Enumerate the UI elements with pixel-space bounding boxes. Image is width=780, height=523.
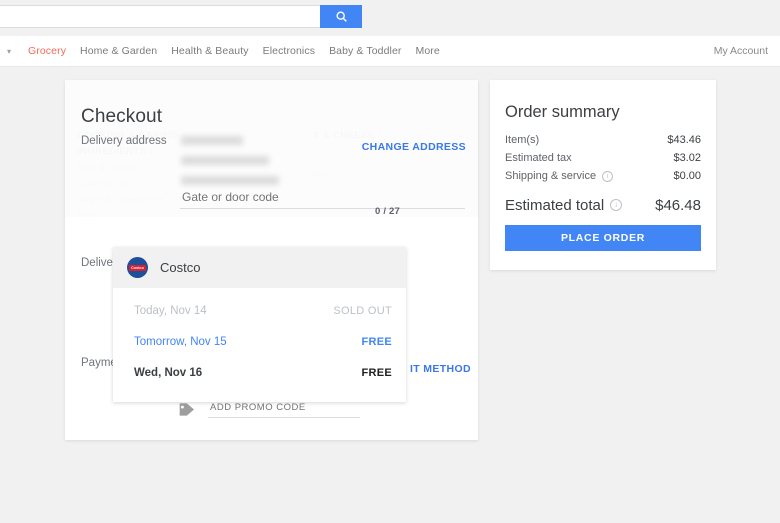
- store-name: Costco: [160, 260, 200, 275]
- nav-item-health-beauty[interactable]: Health & Beauty: [171, 45, 248, 57]
- delivery-option-date: Today, Nov 14: [134, 305, 333, 317]
- summary-row-items: Item(s) $43.46: [505, 131, 701, 149]
- summary-row-label: Estimated tax: [505, 152, 572, 164]
- delivery-window-dropdown: Costco Costco Today, Nov 14 SOLD OUT Tom…: [113, 247, 406, 402]
- summary-row-shipping: Shipping & service i $0.00: [505, 167, 701, 185]
- top-search-bar: [0, 0, 780, 36]
- nav-item-grocery[interactable]: Grocery: [28, 45, 66, 57]
- change-address-link[interactable]: CHANGE ADDRESS: [362, 141, 466, 153]
- edit-payment-method-link[interactable]: IT METHOD: [410, 363, 471, 375]
- page-body: COOKING & BAKING INGREDIENTS › Nuts & Se…: [0, 67, 780, 523]
- nav-item-more[interactable]: More: [415, 45, 439, 57]
- summary-row-label: Shipping & service: [505, 170, 596, 182]
- estimated-total-label: Estimated total: [505, 197, 604, 214]
- search-button[interactable]: [320, 5, 362, 28]
- delivery-option-date: Wed, Nov 16: [134, 367, 361, 379]
- costco-logo-icon: Costco: [127, 257, 148, 278]
- gate-code-char-counter: 0 / 27: [375, 206, 400, 217]
- summary-row-total: Estimated total i $46.48: [505, 196, 701, 214]
- delivery-window-store-header[interactable]: Costco Costco: [113, 247, 406, 288]
- category-nav-bar: ▾ Grocery Home & Garden Health & Beauty …: [0, 36, 780, 67]
- order-summary-card: Order summary Item(s) $43.46 Estimated t…: [490, 80, 716, 270]
- search-icon: [335, 10, 348, 23]
- info-icon[interactable]: i: [602, 171, 613, 182]
- nav-item-home-garden[interactable]: Home & Garden: [80, 45, 157, 57]
- summary-row-value: $0.00: [673, 170, 701, 182]
- delivery-option-today: Today, Nov 14 SOLD OUT: [113, 295, 406, 326]
- delivery-option-date: Tomorrow, Nov 15: [134, 336, 361, 348]
- order-summary-title: Order summary: [505, 103, 620, 122]
- my-account-link[interactable]: My Account: [714, 45, 768, 57]
- delivery-option-tomorrow[interactable]: Tomorrow, Nov 15 FREE: [113, 326, 406, 357]
- chevron-down-icon[interactable]: ▾: [4, 47, 14, 56]
- summary-row-label: Item(s): [505, 134, 539, 146]
- search-input[interactable]: [0, 5, 320, 28]
- delivery-window-options: Today, Nov 14 SOLD OUT Tomorrow, Nov 15 …: [113, 288, 406, 402]
- summary-row-value: $43.46: [667, 134, 701, 146]
- place-order-button[interactable]: PLACE ORDER: [505, 225, 701, 251]
- delivery-option-price: FREE: [361, 336, 392, 348]
- estimated-total-value: $46.48: [655, 197, 701, 214]
- info-icon[interactable]: i: [610, 199, 622, 211]
- gate-code-field: [180, 188, 465, 209]
- summary-row-tax: Estimated tax $3.02: [505, 149, 701, 167]
- promo-code-row: [178, 400, 360, 418]
- order-summary-rows: Item(s) $43.46 Estimated tax $3.02 Shipp…: [505, 131, 701, 214]
- page-title: Checkout: [81, 106, 162, 128]
- gate-or-door-code-input[interactable]: [180, 188, 465, 209]
- tag-icon: [178, 401, 196, 417]
- delivery-address-label: Delivery address: [81, 135, 167, 147]
- nav-item-electronics[interactable]: Electronics: [263, 45, 315, 57]
- delivery-option-price: SOLD OUT: [333, 305, 392, 317]
- nav-item-baby-toddler[interactable]: Baby & Toddler: [329, 45, 401, 57]
- delivery-option-wed[interactable]: Wed, Nov 16 FREE: [113, 357, 406, 388]
- search-container: [0, 5, 362, 28]
- promo-code-input[interactable]: [208, 400, 360, 418]
- delivery-option-price: FREE: [361, 367, 392, 379]
- summary-row-value: $3.02: [673, 152, 701, 164]
- costco-logo-text: Costco: [129, 265, 146, 271]
